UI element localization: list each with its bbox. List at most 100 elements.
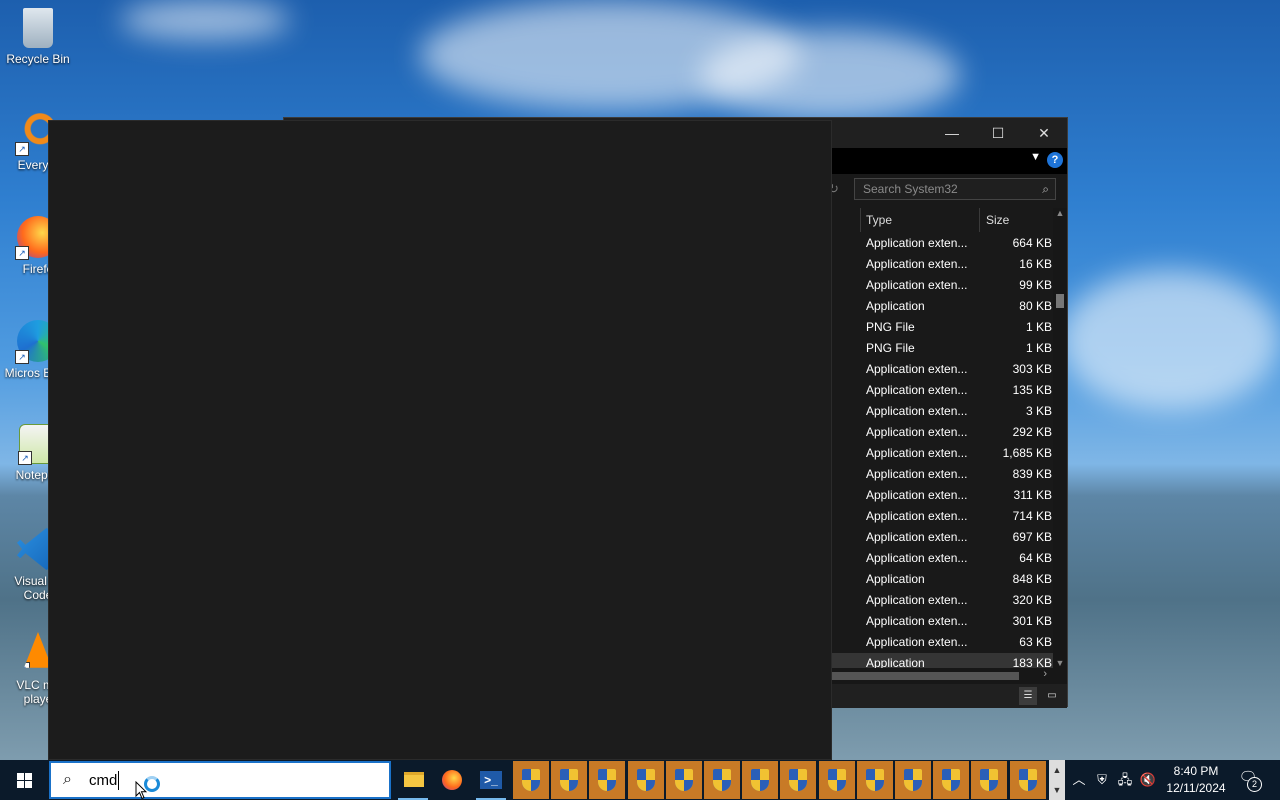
taskbar-uac-prompt[interactable] bbox=[589, 761, 626, 799]
file-type-cell: Application exten... bbox=[866, 362, 968, 376]
file-size-cell: 63 KB bbox=[1019, 635, 1052, 649]
file-size-cell: 64 KB bbox=[1019, 551, 1052, 565]
column-header-size[interactable]: Size bbox=[986, 210, 1009, 230]
taskbar-uac-prompt[interactable] bbox=[780, 761, 817, 799]
taskbar-uac-prompt[interactable] bbox=[665, 761, 702, 799]
search-placeholder: Search System32 bbox=[863, 182, 958, 196]
search-icon: ⌕ bbox=[1042, 182, 1049, 196]
maximize-button[interactable]: ☐ bbox=[975, 118, 1021, 148]
network-tray-icon[interactable]: 🖧 bbox=[1115, 760, 1135, 800]
desktop-icon-recycle-bin[interactable]: Recycle Bin bbox=[4, 8, 72, 66]
scroll-down-icon[interactable]: ▼ bbox=[1053, 658, 1067, 668]
file-size-cell: 697 KB bbox=[1012, 530, 1052, 544]
uac-shield-icon bbox=[827, 769, 846, 791]
uac-shield-icon bbox=[865, 769, 884, 791]
file-type-cell: PNG File bbox=[866, 341, 915, 355]
large-icons-view-icon[interactable]: ▭ bbox=[1043, 687, 1061, 705]
file-size-cell: 292 KB bbox=[1012, 425, 1052, 439]
file-type-cell: Application bbox=[866, 572, 925, 586]
action-center-button[interactable]: 🗨 2 bbox=[1236, 768, 1262, 792]
taskbar-uac-prompt[interactable] bbox=[933, 761, 970, 799]
volume-muted-icon[interactable]: 🔇 bbox=[1138, 760, 1158, 800]
taskbar-uac-prompt[interactable] bbox=[856, 761, 893, 799]
uac-shield-icon bbox=[522, 769, 540, 791]
ribbon-expand-chevron-icon[interactable]: ▼ bbox=[1030, 151, 1041, 163]
wallpaper-cloud bbox=[1060, 270, 1280, 410]
search-icon: ⌕ bbox=[63, 771, 72, 788]
taskbar-file-explorer[interactable] bbox=[394, 760, 432, 800]
security-tray-icon[interactable]: ⛨ bbox=[1092, 760, 1112, 800]
scroll-right-icon[interactable]: › bbox=[1043, 668, 1047, 680]
taskbar-uac-prompt[interactable] bbox=[895, 761, 931, 799]
column-header-type[interactable]: Type bbox=[866, 210, 892, 230]
search-query: cmd bbox=[89, 772, 118, 789]
taskbar-uac-prompt[interactable] bbox=[971, 761, 1008, 799]
uac-shield-icon bbox=[1018, 769, 1037, 791]
file-size-cell: 320 KB bbox=[1012, 593, 1052, 607]
taskbar-uac-prompt[interactable] bbox=[627, 761, 664, 799]
taskbar-uac-prompt[interactable] bbox=[551, 761, 588, 799]
uac-shield-icon bbox=[636, 769, 655, 791]
scroll-down-icon[interactable]: ▼ bbox=[1049, 780, 1065, 800]
scroll-up-icon[interactable]: ▲ bbox=[1053, 208, 1067, 218]
file-size-cell: 301 KB bbox=[1012, 614, 1052, 628]
vertical-scrollbar[interactable]: ▲ ▼ bbox=[1053, 208, 1067, 668]
file-type-cell: Application exten... bbox=[866, 404, 968, 418]
uac-shield-icon bbox=[598, 769, 617, 791]
file-type-cell: Application exten... bbox=[866, 509, 968, 523]
uac-shield-icon bbox=[674, 769, 693, 791]
file-type-cell: Application exten... bbox=[866, 383, 968, 397]
uac-shield-icon bbox=[560, 769, 579, 791]
taskbar-uac-prompt[interactable] bbox=[704, 761, 740, 799]
taskbar-search-box[interactable]: ⌕ cmd bbox=[49, 761, 391, 799]
details-view-icon[interactable]: ☰ bbox=[1019, 687, 1037, 705]
desktop-icon-label: Recycle Bin bbox=[6, 52, 70, 66]
text-caret bbox=[118, 771, 119, 790]
file-size-cell: 839 KB bbox=[1012, 467, 1052, 481]
search-system32-input[interactable]: Search System32 ⌕ bbox=[854, 178, 1056, 200]
column-divider[interactable] bbox=[860, 208, 861, 232]
file-type-cell: PNG File bbox=[866, 320, 915, 334]
file-type-cell: Application exten... bbox=[866, 530, 968, 544]
taskbar: ⌕ cmd >_ ▲ ▼ ︿ ⛨ 🖧 🔇 8:40 PM 12/11/2024 … bbox=[0, 760, 1280, 800]
scroll-up-icon[interactable]: ▲ bbox=[1049, 760, 1065, 780]
taskbar-uac-prompt[interactable] bbox=[742, 761, 779, 799]
file-size-cell: 664 KB bbox=[1012, 236, 1052, 250]
shortcut-arrow-icon: ↗ bbox=[18, 451, 32, 465]
show-hidden-icons-chevron-icon[interactable]: ︿ bbox=[1070, 760, 1088, 800]
shortcut-arrow-icon: ↗ bbox=[15, 246, 29, 260]
taskbar-powershell[interactable]: >_ bbox=[472, 760, 510, 800]
taskbar-uac-prompt[interactable] bbox=[818, 761, 855, 799]
uac-shield-icon bbox=[980, 769, 999, 791]
taskbar-firefox[interactable] bbox=[433, 760, 471, 800]
start-button[interactable] bbox=[0, 760, 48, 800]
taskbar-uac-prompt[interactable] bbox=[513, 761, 549, 799]
file-type-cell: Application exten... bbox=[866, 446, 968, 460]
wallpaper-cloud bbox=[700, 30, 960, 120]
scrollbar-thumb[interactable] bbox=[1056, 294, 1064, 308]
taskbar-clock[interactable]: 8:40 PM 12/11/2024 bbox=[1160, 763, 1232, 797]
clock-time: 8:40 PM bbox=[1173, 764, 1219, 778]
recycle-bin-icon bbox=[23, 8, 53, 48]
column-divider[interactable] bbox=[979, 208, 980, 232]
command-prompt-window[interactable] bbox=[48, 120, 832, 760]
file-size-cell: 311 KB bbox=[1013, 488, 1052, 502]
minimize-button[interactable]: — bbox=[929, 118, 975, 148]
folder-icon bbox=[404, 772, 424, 787]
shortcut-arrow-icon: ↗ bbox=[15, 350, 29, 364]
shortcut-arrow-icon: ↗ bbox=[17, 558, 29, 570]
taskbar-uac-prompt[interactable] bbox=[1009, 761, 1046, 799]
notification-count-badge: 2 bbox=[1247, 777, 1262, 792]
file-size-cell: 1 KB bbox=[1025, 341, 1052, 355]
file-size-cell: 303 KB bbox=[1012, 362, 1052, 376]
file-type-cell: Application exten... bbox=[866, 488, 968, 502]
file-size-cell: 135 KB bbox=[1012, 383, 1052, 397]
uac-shield-icon bbox=[713, 769, 731, 791]
file-size-cell: 99 KB bbox=[1019, 278, 1052, 292]
taskbar-scroll[interactable]: ▲ ▼ bbox=[1049, 760, 1065, 800]
close-button[interactable]: ✕ bbox=[1021, 118, 1067, 148]
help-icon[interactable]: ? bbox=[1047, 152, 1063, 168]
file-type-cell: Application exten... bbox=[866, 614, 968, 628]
clock-date: 12/11/2024 bbox=[1166, 781, 1226, 795]
file-type-cell: Application exten... bbox=[866, 425, 968, 439]
